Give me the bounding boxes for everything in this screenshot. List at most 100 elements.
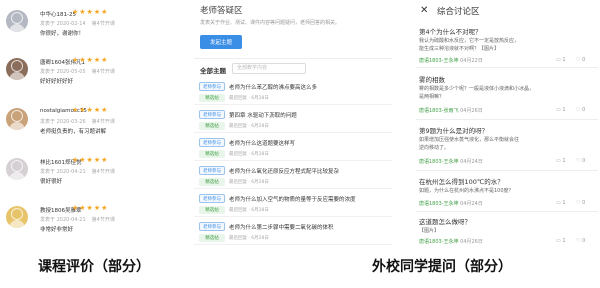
teacher-participated-badge: 老师参与	[199, 82, 225, 91]
thread-item[interactable]: 老师参与 老师为什么加入空气的物质的量等于反应需要的浓度 精选帖 最后回复 · …	[194, 191, 392, 217]
card-date: 04月26日	[460, 108, 483, 114]
review-progress: 第4节开课	[91, 21, 115, 27]
like-count[interactable]: ♡ 0	[576, 57, 585, 63]
card-body-line: 【图片】	[419, 228, 440, 234]
teacher-qa-panel: 老师答疑区 发表关于作业、测试、课件内容等问题疑问，老师回答的相关。 发起主题 …	[194, 2, 392, 248]
teacher-participated-badge: 老师参与	[199, 222, 225, 231]
discussion-card[interactable]: 第4个为什么不对呢？ 我认为硫酸和水反应，它不一定是放热反应， 能生成三种溶液就…	[416, 26, 598, 68]
card-date: 04月26日	[460, 239, 483, 245]
card-title[interactable]: 在杭州怎么得到100℃的水？	[419, 176, 504, 186]
filter-label[interactable]: 全部主题	[200, 65, 226, 75]
review-date: 发表于 2020-05-05	[40, 69, 86, 75]
featured-tag: 精选帖	[199, 150, 225, 158]
review-text: 很好很好	[40, 179, 63, 185]
review-meta: 发表于 2020-04-21 第4节开课	[40, 168, 115, 175]
card-author[interactable]: 唐语1803-王永坤	[419, 159, 459, 165]
reply-count[interactable]: ▭ 1	[556, 200, 566, 206]
discussion-card[interactable]: 第9题为什么是对的呀？ 如果增加压强使水蒸气液化，那么平衡就会往 逆向移动了。 …	[416, 125, 598, 171]
thread-title[interactable]: 老师为什么这道题要这样写	[229, 139, 295, 147]
reply-count[interactable]: ▭ 1	[556, 158, 566, 164]
card-meta: 唐语1803-王永坤 04月24日	[419, 200, 483, 207]
card-title[interactable]: 雾的相数	[419, 74, 445, 84]
teacher-participated-badge: 老师参与	[199, 166, 225, 175]
star-rating: ★★★★★	[72, 156, 109, 164]
thread-item[interactable]: 老师参与 老师为什么苯乙醇的沸点要高这么多 精选帖 最后回复 · 6月28日	[194, 79, 392, 105]
review-item: nostalgiamocc15 ★★★★★ 发表于 2020-03-26 第4节开…	[2, 102, 190, 142]
card-author[interactable]: 唐语1803-王永坤	[419, 201, 459, 207]
review-item: 教授1806吴雅翠 ★★★★★ 发表于 2020-04-21 第4节开课 非常好非…	[2, 200, 190, 240]
review-text: 老师挺负责的，有习题讲解	[40, 129, 107, 135]
discussion-card[interactable]: 这道题怎么做呀？ 【图片】 唐语1803-王永坤 04月26日 ▭ 1 ♡ 0	[416, 216, 598, 248]
like-count[interactable]: ♡ 0	[576, 158, 585, 164]
card-body-line: 逆向移动了。	[419, 145, 450, 151]
featured-tag: 精选帖	[199, 234, 225, 242]
avatar	[6, 10, 28, 32]
card-body-line: 是两相嘛？	[419, 94, 445, 100]
review-meta: 发表于 2020-03-26 第4节开课	[40, 118, 115, 125]
discussion-title: 综合讨论区	[437, 7, 480, 17]
card-meta: 唐语1803-王永坤 04月22日	[419, 57, 483, 64]
like-count[interactable]: ♡ 0	[576, 200, 585, 206]
review-meta: 发表于 2020-05-05 第4节开课	[40, 68, 115, 75]
reply-count[interactable]: ▭ 1	[556, 57, 566, 63]
star-rating: ★★★★★	[72, 204, 109, 212]
topic-filter-select[interactable]: 全部教学内容	[232, 63, 306, 74]
thread-title[interactable]: 老师为什么加入空气的物质的量等于反应需要的浓度	[229, 195, 356, 203]
thread-title[interactable]: 老师为什么第二步骤中需要二氧化碳的体积	[229, 223, 334, 231]
thread-title[interactable]: 老师为什么苯乙醇的沸点要高这么多	[229, 83, 317, 91]
avatar	[6, 158, 28, 180]
discussion-card[interactable]: 在杭州怎么得到100℃的水？ 如题，为什么在杭州的水沸点不是100度？ 唐语18…	[416, 176, 598, 212]
thread-item[interactable]: 老师参与 老师为什么这道题要这样写 精选帖 最后回复 · 6月28日	[194, 135, 392, 161]
review-meta: 发表于 2020-02-14 第4节开课	[40, 20, 115, 27]
thread-meta: 最后回复 · 6月28日	[229, 124, 269, 129]
avatar	[6, 206, 28, 228]
card-author[interactable]: 唐语1803-王永坤	[419, 239, 459, 245]
review-item: 中华心181-25 ★★★★★ 发表于 2020-02-14 第4节开课 你很好，…	[2, 4, 190, 44]
review-progress: 第4节开课	[91, 119, 115, 125]
thread-title[interactable]: 第四章 水驱动下沥取的问题	[229, 111, 297, 119]
post-topic-button[interactable]: 发起主题	[200, 35, 242, 49]
card-title[interactable]: 这道题怎么做呀？	[419, 216, 471, 226]
card-body-line: 能生成三种溶液就不对啊？【图片】	[419, 46, 500, 52]
thread-title[interactable]: 老师为什么氧化还原反应方程式配平比较复杂	[229, 167, 339, 175]
teacher-participated-badge: 老师参与	[199, 138, 225, 147]
close-icon[interactable]: ✕	[420, 5, 428, 16]
teacher-participated-badge: 老师参与	[199, 194, 225, 203]
review-progress: 第4节开课	[91, 169, 115, 175]
thread-item[interactable]: 老师参与 老师为什么氧化还原反应方程式配平比较复杂 精选帖 最后回复 · 6月2…	[194, 163, 392, 189]
discussion-card[interactable]: 雾的相数 雾的相数是多少个呢？一般是液体小液滴和小冰晶， 是两相嘛？ 唐语180…	[416, 74, 598, 120]
reply-count[interactable]: ▭ 1	[556, 238, 566, 244]
review-text: 非常好非常好	[40, 227, 74, 233]
qa-title: 老师答疑区	[200, 6, 243, 16]
reply-count[interactable]: ▭ 1	[556, 107, 566, 113]
avatar	[6, 108, 28, 130]
review-date: 发表于 2020-03-26	[40, 119, 86, 125]
card-meta: 唐语1803-王永坤 04月26日	[419, 238, 483, 245]
card-author[interactable]: 唐语1803-王永坤	[419, 58, 459, 64]
card-author[interactable]: 唐语1803-张雨飞	[419, 108, 459, 114]
review-date: 发表于 2020-04-21	[40, 217, 86, 223]
review-progress: 第4节开课	[91, 217, 115, 223]
like-count[interactable]: ♡ 0	[576, 238, 585, 244]
star-rating: ★★★★★	[72, 8, 109, 16]
card-title[interactable]: 第9题为什么是对的呀？	[419, 125, 488, 135]
card-title[interactable]: 第4个为什么不对呢？	[419, 26, 482, 36]
thread-item[interactable]: 老师参与 第四章 水驱动下沥取的问题 精选帖 最后回复 · 6月28日	[194, 107, 392, 133]
star-rating: ★★★★★	[72, 106, 109, 114]
avatar	[6, 58, 28, 80]
card-meta: 唐语1803-张雨飞 04月26日	[419, 107, 483, 114]
review-username[interactable]: 中华心181-25	[40, 10, 76, 18]
featured-tag: 精选帖	[199, 178, 225, 186]
review-item: 唐卿1604张伟凡1 ★★★★★ 发表于 2020-05-05 第4节开课 好好好…	[2, 52, 190, 92]
like-count[interactable]: ♡ 0	[576, 107, 585, 113]
review-text: 你很好，谢谢你！	[40, 31, 85, 37]
thread-meta: 最后回复 · 6月28日	[229, 236, 269, 241]
thread-item[interactable]: 老师参与 老师为什么第二步骤中需要二氧化碳的体积 精选帖 最后回复 · 6月28…	[194, 219, 392, 245]
review-text: 好好好好好好	[40, 79, 74, 85]
card-body-line: 如果增加压强使水蒸气液化，那么平衡就会往	[419, 137, 520, 143]
card-meta: 唐语1803-王永坤 04月24日	[419, 158, 483, 165]
caption-right: 外校同学提问（部分）	[372, 259, 512, 275]
thread-meta: 最后回复 · 6月28日	[229, 152, 269, 157]
star-rating: ★★★★★	[72, 56, 109, 64]
card-date: 04月22日	[460, 58, 483, 64]
